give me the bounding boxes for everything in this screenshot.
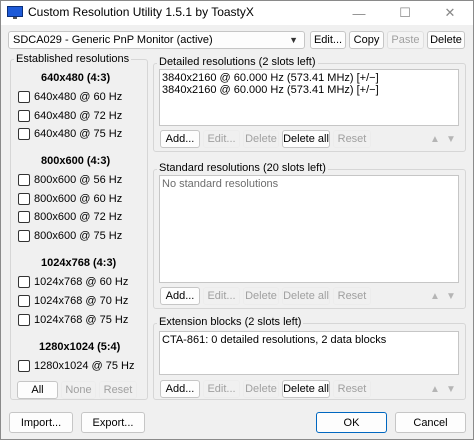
extension-reset-button[interactable]: Reset <box>333 380 371 398</box>
checkbox[interactable] <box>18 230 30 242</box>
extension-blocks-label: Extension blocks (2 slots left) <box>157 316 304 328</box>
list-item[interactable]: 3840x2160 @ 60.000 Hz (573.41 MHz) [+/−] <box>162 84 456 96</box>
established-resolutions-label: Established resolutions <box>14 53 132 65</box>
monitor-copy-button[interactable]: Copy <box>349 31 384 49</box>
checkbox[interactable] <box>18 91 30 103</box>
standard-add-button[interactable]: Add... <box>160 287 200 305</box>
established-all-button[interactable]: All <box>17 381 58 399</box>
standard-edit-button[interactable]: Edit... <box>203 287 240 305</box>
list-item[interactable]: 3840x2160 @ 60.000 Hz (573.41 MHz) [+/−] <box>162 72 456 84</box>
minimize-button[interactable]: — <box>337 1 381 25</box>
section-title: 1024x768 (4:3) <box>41 257 117 269</box>
standard-delete-button[interactable]: Delete <box>243 287 279 305</box>
monitor-paste-button[interactable]: Paste <box>387 31 424 49</box>
detailed-delete-all-button[interactable]: Delete all <box>282 130 330 148</box>
section-title: 1280x1024 (5:4) <box>39 341 121 353</box>
export-button[interactable]: Export... <box>81 412 145 433</box>
established-checkbox[interactable]: 800x600 @ 60 Hz <box>18 191 122 207</box>
move-up-icon[interactable]: ▲ <box>428 132 442 146</box>
extension-blocks-list[interactable]: CTA-861: 0 detailed resolutions, 2 data … <box>159 331 459 375</box>
chevron-down-icon: ▼ <box>289 35 298 45</box>
checkbox[interactable] <box>18 193 30 205</box>
established-checkbox[interactable]: 800x600 @ 75 Hz <box>18 228 122 244</box>
detailed-delete-button[interactable]: Delete <box>243 130 279 148</box>
detailed-resolutions-label: Detailed resolutions (2 slots left) <box>157 56 318 68</box>
empty-list-text: No standard resolutions <box>162 178 279 190</box>
standard-resolutions-list[interactable]: No standard resolutions <box>159 175 459 283</box>
extension-delete-all-button[interactable]: Delete all <box>282 380 330 398</box>
established-checkbox[interactable]: 640x480 @ 75 Hz <box>18 126 122 142</box>
monitor-select[interactable]: SDCA029 - Generic PnP Monitor (active) ▼ <box>8 31 305 49</box>
ok-button[interactable]: OK <box>316 412 387 433</box>
move-down-icon[interactable]: ▼ <box>444 289 458 303</box>
title-bar[interactable]: Custom Resolution Utility 1.5.1 by Toast… <box>1 1 473 25</box>
checkbox[interactable] <box>18 128 30 140</box>
checkbox[interactable] <box>18 295 30 307</box>
checkbox[interactable] <box>18 174 30 186</box>
detailed-resolutions-list[interactable]: 3840x2160 @ 60.000 Hz (573.41 MHz) [+/−]… <box>159 69 459 126</box>
checkbox[interactable] <box>18 276 30 288</box>
standard-reset-button[interactable]: Reset <box>333 287 371 305</box>
established-checkbox[interactable]: 800x600 @ 56 Hz <box>18 172 122 188</box>
extension-edit-button[interactable]: Edit... <box>203 380 240 398</box>
monitor-edit-button[interactable]: Edit... <box>310 31 346 49</box>
extension-delete-button[interactable]: Delete <box>243 380 279 398</box>
established-checkbox[interactable]: 640x480 @ 72 Hz <box>18 108 122 124</box>
standard-delete-all-button[interactable]: Delete all <box>282 287 330 305</box>
move-down-icon[interactable]: ▼ <box>444 132 458 146</box>
established-checkbox[interactable]: 1280x1024 @ 75 Hz <box>18 358 134 374</box>
established-checkbox[interactable]: 800x600 @ 72 Hz <box>18 209 122 225</box>
checkbox[interactable] <box>18 314 30 326</box>
close-button[interactable]: ✕ <box>428 1 472 25</box>
established-checkbox[interactable]: 640x480 @ 60 Hz <box>18 89 122 105</box>
move-up-icon[interactable]: ▲ <box>428 382 442 396</box>
established-reset-button[interactable]: Reset <box>99 381 137 399</box>
section-title: 640x480 (4:3) <box>41 72 111 84</box>
monitor-select-value: SDCA029 - Generic PnP Monitor (active) <box>13 34 213 46</box>
standard-resolutions-label: Standard resolutions (20 slots left) <box>157 162 328 174</box>
move-down-icon[interactable]: ▼ <box>444 382 458 396</box>
maximize-button[interactable]: ☐ <box>383 1 427 25</box>
monitor-icon <box>7 6 23 19</box>
detailed-add-button[interactable]: Add... <box>160 130 200 148</box>
checkbox[interactable] <box>18 360 30 372</box>
cancel-button[interactable]: Cancel <box>395 412 466 433</box>
section-title: 800x600 (4:3) <box>41 155 111 167</box>
list-item[interactable]: CTA-861: 0 detailed resolutions, 2 data … <box>162 334 456 346</box>
detailed-reset-button[interactable]: Reset <box>333 130 371 148</box>
established-checkbox[interactable]: 1024x768 @ 70 Hz <box>18 293 128 309</box>
established-checkbox[interactable]: 1024x768 @ 75 Hz <box>18 312 128 328</box>
window-title: Custom Resolution Utility 1.5.1 by Toast… <box>28 5 254 19</box>
established-none-button[interactable]: None <box>61 381 96 399</box>
extension-add-button[interactable]: Add... <box>160 380 200 398</box>
checkbox[interactable] <box>18 110 30 122</box>
detailed-edit-button[interactable]: Edit... <box>203 130 240 148</box>
move-up-icon[interactable]: ▲ <box>428 289 442 303</box>
monitor-delete-button[interactable]: Delete <box>427 31 465 49</box>
window: Custom Resolution Utility 1.5.1 by Toast… <box>0 0 474 440</box>
checkbox[interactable] <box>18 211 30 223</box>
import-button[interactable]: Import... <box>9 412 73 433</box>
established-checkbox[interactable]: 1024x768 @ 60 Hz <box>18 274 128 290</box>
